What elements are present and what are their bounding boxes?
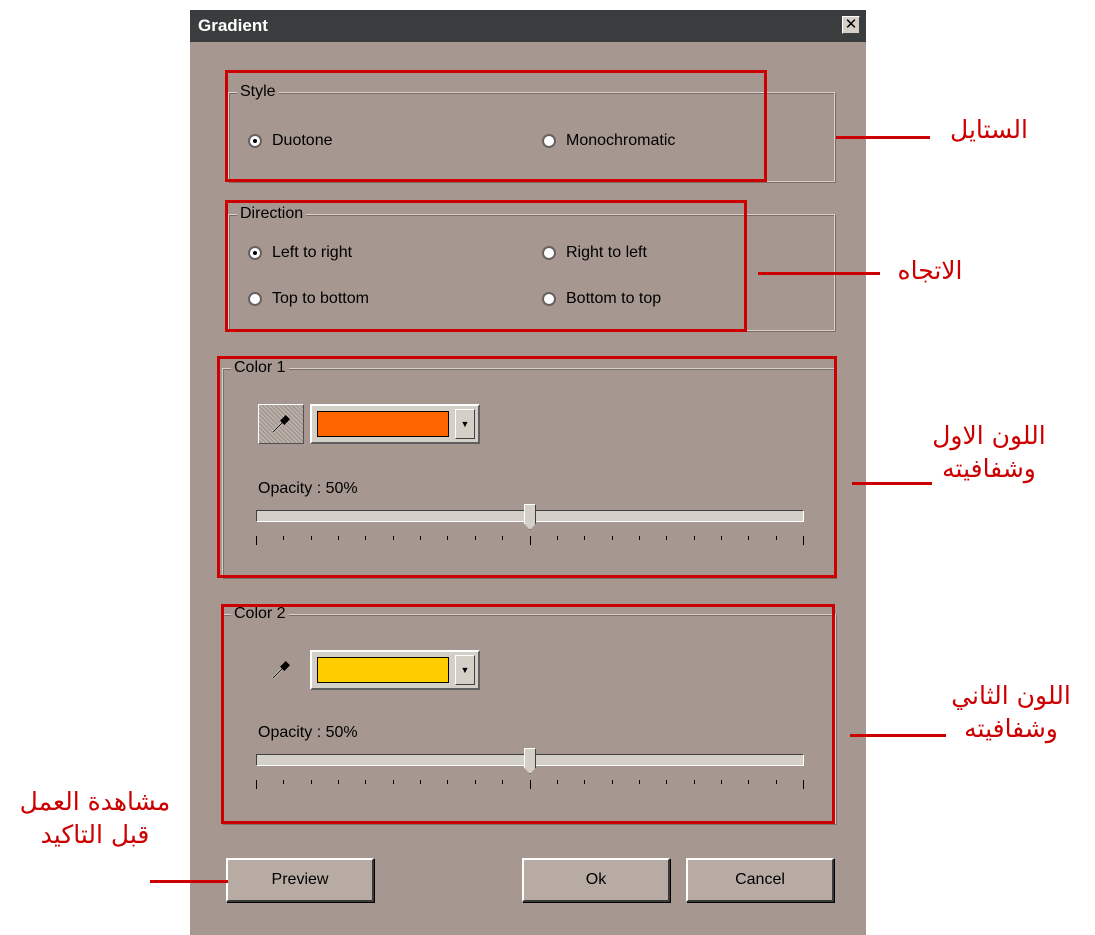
style-highlight-box xyxy=(225,70,767,182)
preview-annotation-line1: مشاهدة العمل xyxy=(19,787,171,816)
direction-annotation: الاتجاه xyxy=(897,256,963,285)
preview-connector-line xyxy=(150,880,228,883)
color2-highlight-box xyxy=(221,604,835,824)
preview-annotation: مشاهدة العمل قبل التاكيد xyxy=(0,786,190,851)
cancel-button-label: Cancel xyxy=(735,871,785,888)
preview-button-label: Preview xyxy=(271,871,329,888)
close-button[interactable]: ✕ xyxy=(842,16,860,34)
style-connector-line xyxy=(836,136,930,139)
preview-button[interactable]: Preview xyxy=(226,858,374,902)
preview-annotation-line2: قبل التاكيد xyxy=(40,819,150,849)
color2-annotation-line1: اللون الثاني xyxy=(951,681,1071,710)
color1-highlight-box xyxy=(217,356,837,578)
dialog-title: Gradient xyxy=(198,16,268,35)
title-bar: Gradient ✕ xyxy=(190,10,866,42)
ok-button[interactable]: Ok xyxy=(522,858,670,902)
direction-connector-line xyxy=(758,272,880,275)
color1-annotation: اللون الاول وشفافيته xyxy=(894,420,1084,485)
ok-button-label: Ok xyxy=(585,871,607,888)
direction-highlight-box xyxy=(225,200,747,332)
style-annotation: الستايل xyxy=(950,115,1028,144)
cancel-button[interactable]: Cancel xyxy=(686,858,834,902)
color2-annotation-line2: وشفافيته xyxy=(964,713,1058,743)
close-icon: ✕ xyxy=(844,16,858,33)
color1-annotation-line1: اللون الاول xyxy=(932,421,1046,450)
color1-annotation-line2: وشفافيته xyxy=(942,453,1036,483)
color2-annotation: اللون الثاني وشفافيته xyxy=(928,680,1094,745)
